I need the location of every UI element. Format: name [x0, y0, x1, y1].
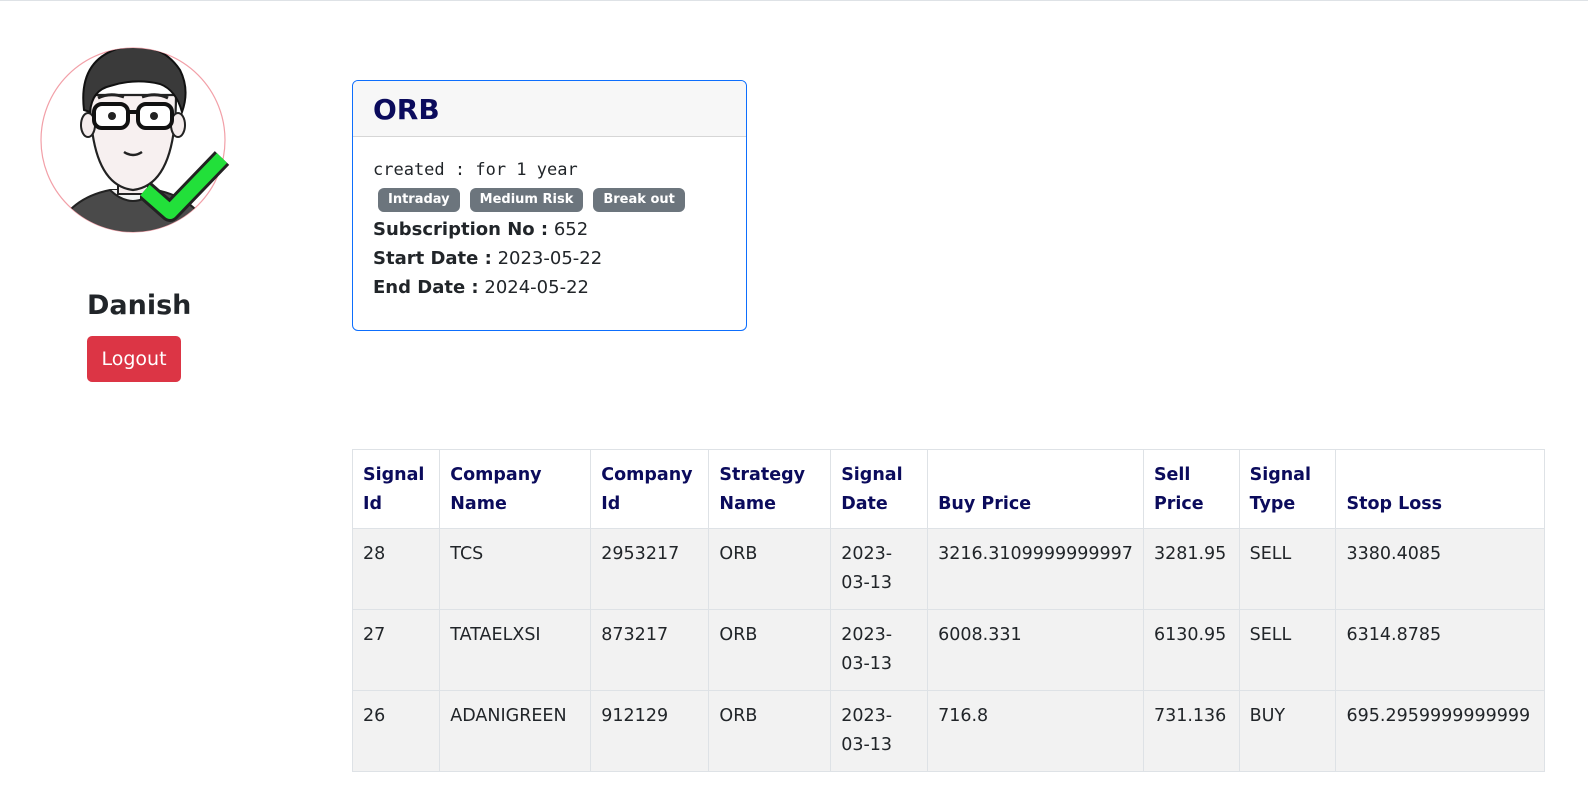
table-cell: TATAELXSI [439, 609, 592, 691]
logout-button[interactable]: Logout [87, 336, 181, 382]
end-date-row: End Date : 2024-05-22 [373, 277, 726, 299]
table-cell: 731.136 [1142, 690, 1240, 772]
table-cell: TCS [439, 528, 592, 610]
tag-badge: Intraday [378, 188, 460, 212]
subscription-label: Subscription No : [373, 219, 549, 240]
table-cell: ORB [708, 690, 832, 772]
table-cell: 2023-03-13 [830, 528, 929, 610]
table-cell: 3380.4085 [1335, 528, 1545, 610]
table-cell: SELL [1238, 609, 1337, 691]
table-row: 28 TCS 2953217 ORB 2023-03-13 3216.31099… [351, 528, 1545, 610]
start-date-value: 2023-05-22 [497, 248, 603, 269]
subscription-row: Subscription No : 652 [373, 219, 726, 241]
tag-list: Intraday Medium Risk Break out [378, 188, 726, 212]
table-cell: 716.8 [927, 690, 1144, 772]
table-cell: 2023-03-13 [830, 609, 929, 691]
table-cell: 6008.331 [927, 609, 1144, 691]
table-cell: 6130.95 [1142, 609, 1240, 691]
start-date-row: Start Date : 2023-05-22 [373, 248, 726, 270]
table-cell: ADANIGREEN [439, 690, 592, 772]
table-cell: SELL [1238, 528, 1337, 610]
tag-badge: Break out [593, 188, 685, 212]
column-header: Company Id [590, 449, 710, 529]
table-cell: 6314.8785 [1335, 609, 1545, 691]
green-check-icon [140, 151, 230, 222]
table-cell: 873217 [590, 609, 710, 691]
column-header: Company Name [439, 449, 592, 529]
table-cell: 3216.3109999999997 [927, 528, 1144, 610]
table-cell: ORB [708, 609, 832, 691]
signals-table: Signal Id Company Name Company Id Strate… [351, 449, 1545, 772]
table-cell: BUY [1238, 690, 1337, 772]
table-cell: 26 [351, 690, 441, 772]
table-cell: 2023-03-13 [830, 690, 929, 772]
table-cell: 695.2959999999999 [1335, 690, 1545, 772]
card-body: created : for 1 year Intraday Medium Ris… [353, 160, 746, 299]
column-header: Sell Price [1142, 449, 1240, 529]
table-cell: 27 [351, 609, 441, 691]
top-divider [0, 0, 1588, 1]
strategy-card: ORB created : for 1 year Intraday Medium… [352, 80, 747, 331]
table-cell: ORB [708, 528, 832, 610]
table-row: 26 ADANIGREEN 912129 ORB 2023-03-13 716.… [351, 690, 1545, 772]
created-text: created : for 1 year [373, 160, 578, 180]
table-cell: 3281.95 [1142, 528, 1240, 610]
table-cell: 2953217 [590, 528, 710, 610]
table-cell: 28 [351, 528, 441, 610]
column-header: Signal Type [1238, 449, 1337, 529]
subscription-value: 652 [553, 219, 589, 240]
start-date-label: Start Date : [373, 248, 492, 269]
column-header: Signal Id [351, 449, 441, 529]
avatar [40, 40, 230, 240]
column-header: Signal Date [830, 449, 929, 529]
end-date-label: End Date : [373, 277, 479, 298]
strategy-title: ORB [373, 93, 440, 126]
table-header-row: Signal Id Company Name Company Id Strate… [351, 449, 1545, 529]
table-row: 27 TATAELXSI 873217 ORB 2023-03-13 6008.… [351, 609, 1545, 691]
column-header: Buy Price [927, 449, 1144, 529]
end-date-value: 2024-05-22 [484, 277, 589, 298]
tag-badge: Medium Risk [469, 188, 584, 212]
card-header: ORB [353, 81, 746, 137]
user-name: Danish [87, 290, 192, 321]
table-cell: 912129 [590, 690, 710, 772]
column-header: Strategy Name [708, 449, 832, 529]
column-header: Stop Loss [1335, 449, 1545, 529]
